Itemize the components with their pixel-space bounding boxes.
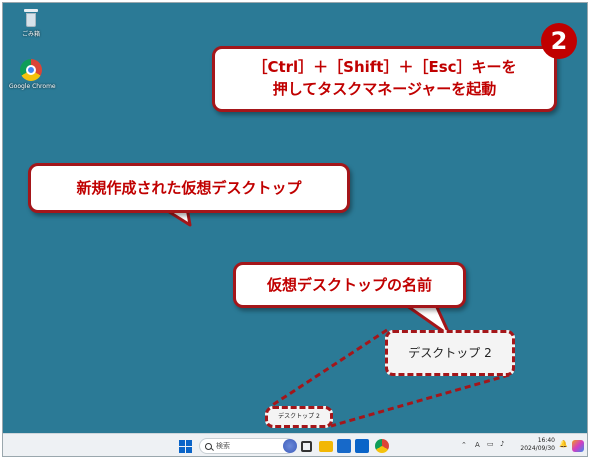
volume-icon[interactable]: ♪	[500, 440, 504, 448]
clock[interactable]: 16:40 2024/09/30	[515, 437, 555, 453]
overflow-chevron-icon[interactable]: ⌃	[461, 441, 467, 449]
chrome-icon[interactable]	[375, 439, 389, 453]
store-icon[interactable]	[337, 439, 351, 453]
connector-line-bottom	[330, 373, 510, 428]
network-icon[interactable]: ▭	[487, 440, 494, 448]
callout-shortcut-line2: 押してタスクマネージャーを起動	[272, 80, 497, 98]
desktop-name-zoom: デスクトップ 2	[385, 330, 515, 376]
outlook-icon[interactable]	[355, 439, 369, 453]
task-view-icon[interactable]	[301, 441, 312, 452]
ime-indicator[interactable]: A	[475, 441, 480, 449]
desktop-name-label[interactable]: デスクトップ 2	[265, 406, 333, 428]
connector-line-top	[270, 328, 388, 408]
desktop: ごみ箱 Google Chrome ［Ctrl］＋［Shift］＋［Esc］キー…	[2, 2, 588, 457]
start-button[interactable]	[179, 440, 192, 453]
search-icon	[205, 443, 212, 450]
copilot-tray-icon[interactable]	[572, 440, 584, 452]
clock-date: 2024/09/30	[520, 445, 555, 452]
callout-desktop-name: 仮想デスクトップの名前	[233, 262, 466, 308]
taskbar: 検索 ⌃ A ▭ ♪ 16:40 2024/09/30 🔔	[3, 433, 587, 456]
search-placeholder: 検索	[216, 442, 230, 450]
clock-time: 16:40	[537, 437, 555, 444]
callout-new-desktop: 新規作成された仮想デスクトップ	[28, 163, 350, 213]
step-number-badge: 2	[541, 23, 577, 59]
callout-shortcut: ［Ctrl］＋［Shift］＋［Esc］キーを 押してタスクマネージャーを起動	[212, 46, 557, 112]
callout-shortcut-line1: ［Ctrl］＋［Shift］＋［Esc］キーを	[252, 58, 517, 76]
search-box[interactable]: 検索	[199, 438, 295, 454]
notification-bell-icon[interactable]: 🔔	[559, 440, 568, 448]
file-explorer-icon[interactable]	[319, 441, 333, 452]
copilot-icon[interactable]	[283, 439, 297, 453]
